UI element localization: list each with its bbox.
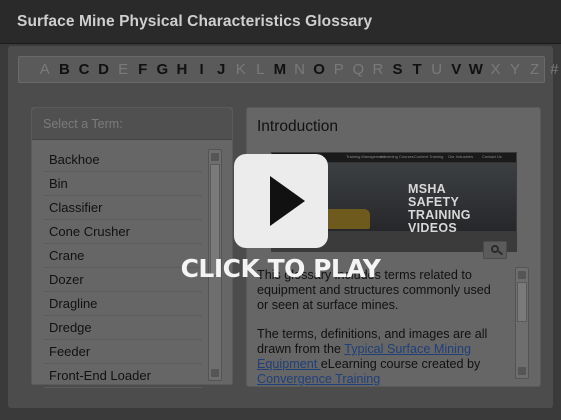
glossary-app: Surface Mine Physical Characteristics Gl… xyxy=(0,0,561,420)
play-label[interactable]: CLICK TO PLAY xyxy=(0,254,561,283)
play-icon xyxy=(270,176,305,226)
play-button[interactable] xyxy=(234,154,328,248)
video-overlay[interactable]: CLICK TO PLAY xyxy=(0,0,561,420)
